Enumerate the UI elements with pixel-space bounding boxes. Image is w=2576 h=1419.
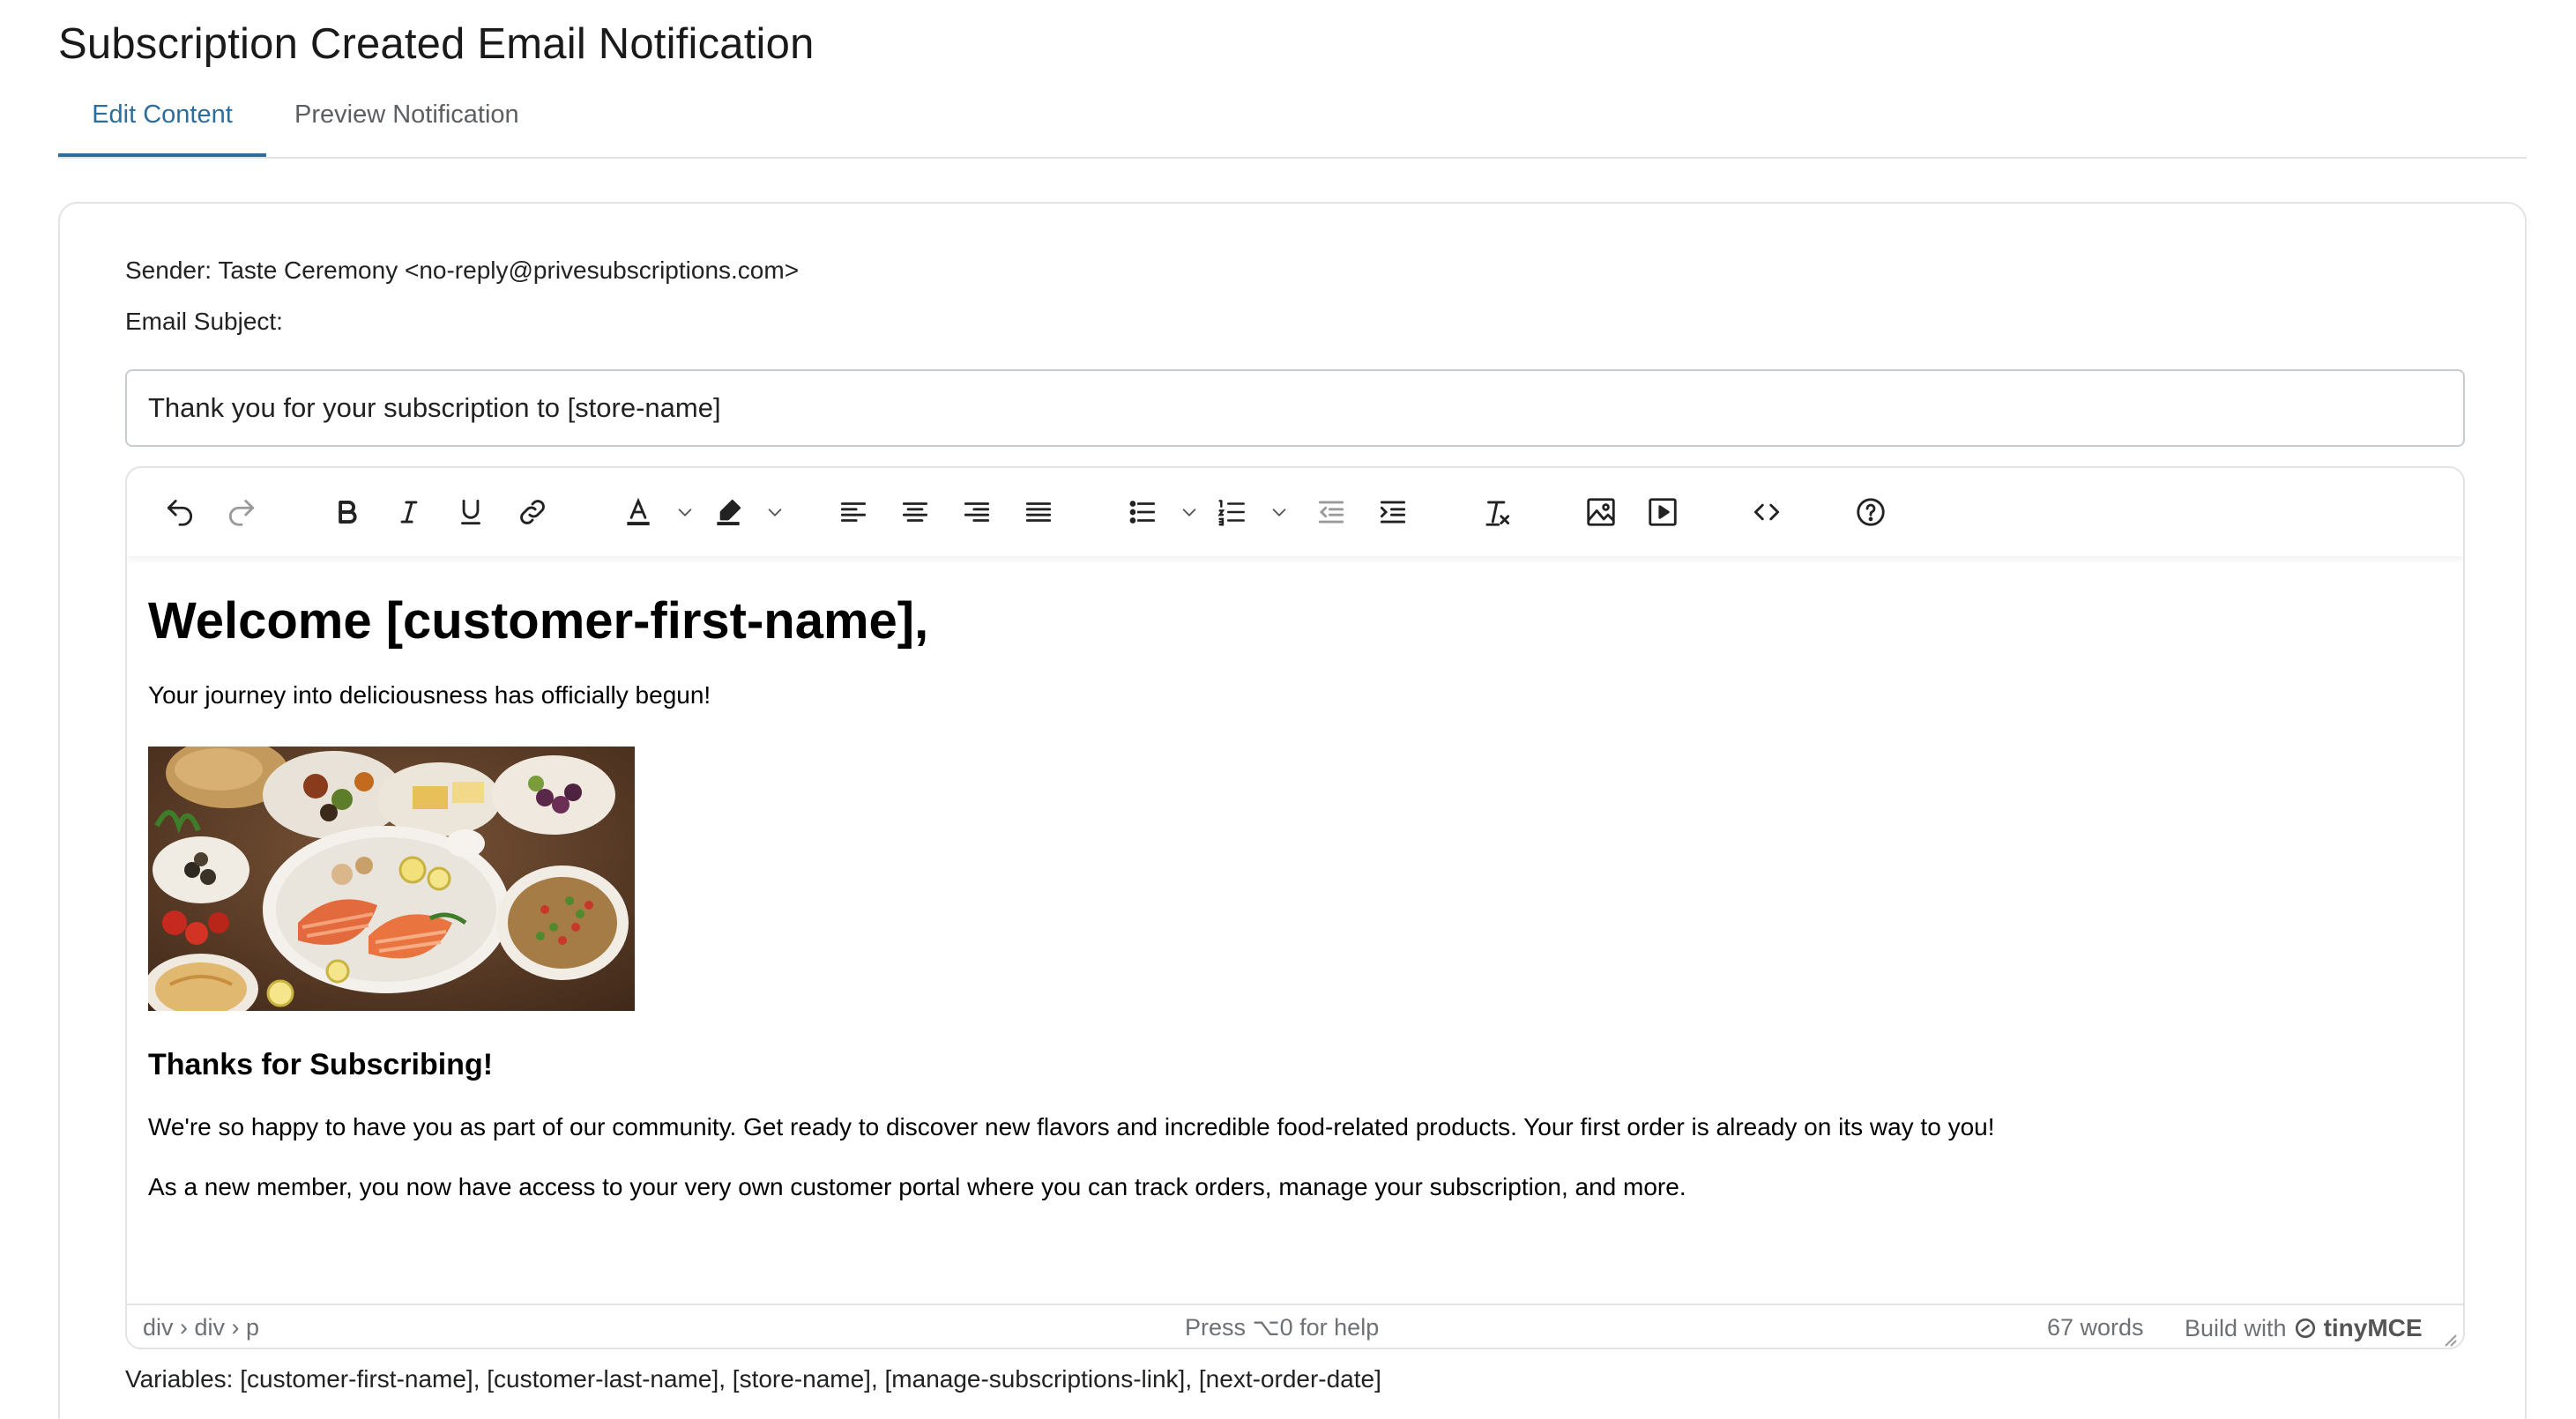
- text-color-chevron-down-icon[interactable]: [674, 498, 696, 526]
- numbered-list-chevron-down-icon[interactable]: [1268, 498, 1291, 526]
- email-paragraph-portal: As a new member, you now have access to …: [148, 1173, 1686, 1200]
- help-icon[interactable]: [1850, 491, 1892, 533]
- code-icon[interactable]: [1746, 491, 1788, 533]
- link-icon[interactable]: [511, 491, 554, 533]
- bold-icon[interactable]: [326, 491, 369, 533]
- highlight-icon[interactable]: [707, 491, 749, 533]
- word-count[interactable]: 67 words: [2047, 1314, 2144, 1341]
- build-with-label: Build with: [2185, 1314, 2287, 1341]
- element-path[interactable]: div › div › p: [143, 1314, 259, 1341]
- email-intro-text: Your journey into deliciousness has offi…: [148, 681, 711, 709]
- text-color-icon[interactable]: [617, 491, 659, 533]
- sender-line: Sender: Taste Ceremony <no-reply@privesu…: [125, 256, 800, 284]
- highlight-chevron-down-icon[interactable]: [763, 498, 786, 526]
- email-settings-card: Sender: Taste Ceremony <no-reply@privesu…: [58, 202, 2527, 1419]
- tab-edit-content[interactable]: Edit Content: [58, 97, 266, 157]
- align-left-icon[interactable]: [832, 491, 875, 533]
- outdent-icon[interactable]: [1310, 491, 1352, 533]
- email-subject-label: Email Subject:: [125, 308, 283, 335]
- clear-format-icon[interactable]: [1476, 491, 1518, 533]
- rich-text-editor: Welcome [customer-first-name], Your jour…: [125, 466, 2465, 1349]
- numbered-list-icon[interactable]: [1211, 491, 1254, 533]
- available-variables: Variables: [customer-first-name], [custo…: [125, 1365, 1381, 1393]
- email-paragraph-community: We're so happy to have you as part of ou…: [148, 1113, 1995, 1140]
- tinymce-brand[interactable]: Build with tinyMCE: [2185, 1314, 2423, 1342]
- food-spread-image[interactable]: [148, 747, 635, 1011]
- tinymce-brand-name: tinyMCE: [2323, 1314, 2423, 1341]
- tinymce-logo-icon: [2295, 1318, 2315, 1339]
- indent-icon[interactable]: [1372, 491, 1414, 533]
- italic-icon[interactable]: [388, 491, 430, 533]
- underline-icon[interactable]: [450, 491, 492, 533]
- bullet-list-icon[interactable]: [1121, 491, 1164, 533]
- bullet-list-chevron-down-icon[interactable]: [1178, 498, 1201, 526]
- align-justify-icon[interactable]: [1017, 491, 1060, 533]
- tab-preview-notification[interactable]: Preview Notification: [294, 97, 519, 157]
- align-center-icon[interactable]: [894, 491, 936, 533]
- media-icon[interactable]: [1642, 491, 1684, 533]
- page-title: Subscription Created Email Notification: [58, 20, 815, 68]
- redo-icon[interactable]: [220, 491, 263, 533]
- email-heading: Welcome [customer-first-name],: [148, 592, 929, 650]
- editor-statusbar: div › div › p Press ⌥0 for help 67 words…: [127, 1304, 2463, 1348]
- keyboard-help-hint: Press ⌥0 for help: [1185, 1314, 1380, 1341]
- undo-icon[interactable]: [159, 491, 201, 533]
- editor-content-area[interactable]: Welcome [customer-first-name], Your jour…: [127, 556, 2463, 1305]
- email-subject-input[interactable]: [125, 369, 2465, 447]
- email-subheading: Thanks for Subscribing!: [148, 1048, 494, 1081]
- align-right-icon[interactable]: [956, 491, 998, 533]
- resize-handle-icon[interactable]: [2440, 1330, 2458, 1348]
- editor-toolbar: [127, 468, 2463, 556]
- tab-bar: Edit Content Preview Notification: [58, 88, 2527, 159]
- image-icon[interactable]: [1580, 491, 1622, 533]
